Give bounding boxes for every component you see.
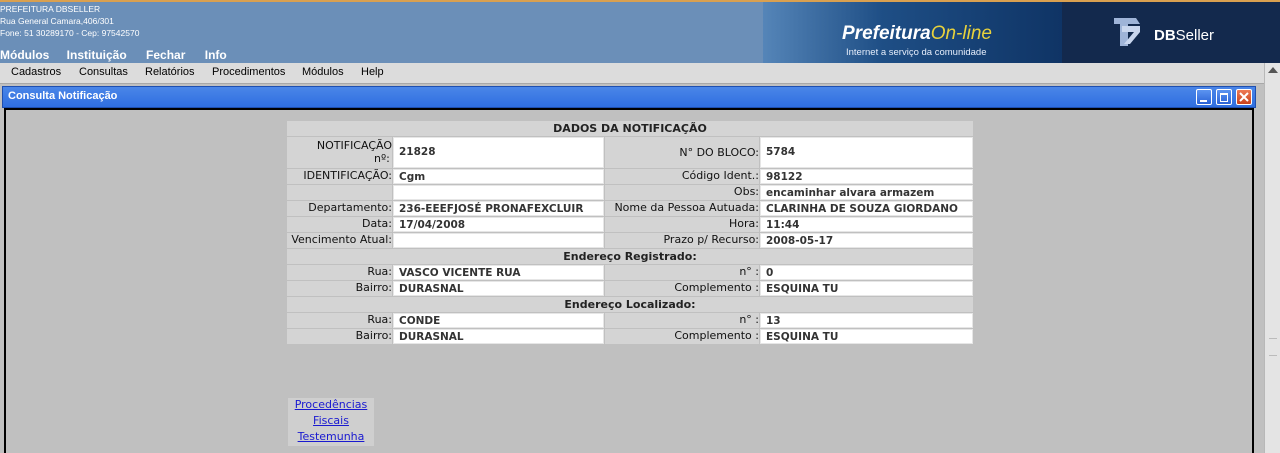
prefeitura-logo-main: Prefeitura bbox=[842, 23, 931, 44]
identificacao-field[interactable]: Cgm bbox=[393, 169, 604, 184]
loc-bairro-field[interactable]: DURASNAL bbox=[393, 329, 604, 344]
reg-complemento-field[interactable]: ESQUINA TU bbox=[760, 281, 973, 296]
link-procedencias[interactable]: Procedências bbox=[288, 398, 374, 414]
loc-bairro-label: Bairro: bbox=[287, 329, 392, 344]
maximize-icon bbox=[1220, 93, 1228, 102]
hora-field[interactable]: 11:44 bbox=[760, 217, 973, 232]
prefeitura-logo: PrefeituraOn-line bbox=[842, 23, 992, 45]
loc-numero-label: n° : bbox=[605, 313, 759, 328]
org-name: PREFEITURA DBSELLER bbox=[0, 4, 101, 14]
obs-label: Obs: bbox=[605, 185, 759, 200]
dbseller-brand-light: Seller bbox=[1175, 27, 1215, 44]
pessoa-autuada-label: Nome da Pessoa Autuada: bbox=[605, 201, 759, 216]
window-title: Consulta Notificação bbox=[8, 90, 118, 102]
loc-complemento-field[interactable]: ESQUINA TU bbox=[760, 329, 973, 344]
reg-numero-field[interactable]: 0 bbox=[760, 265, 973, 280]
window-titlebar[interactable]: Consulta Notificação bbox=[2, 86, 1256, 108]
codigo-ident-field[interactable]: 98122 bbox=[760, 169, 973, 184]
loc-rua-label: Rua: bbox=[287, 313, 392, 328]
reg-complemento-label: Complemento : bbox=[605, 281, 759, 296]
dbseller-logo-icon bbox=[1114, 18, 1140, 46]
main-menu-modulos[interactable]: Módulos bbox=[0, 48, 49, 62]
top-banner: PREFEITURA DBSELLER Rua General Camara,4… bbox=[0, 0, 1280, 63]
reg-bairro-field[interactable]: DURASNAL bbox=[393, 281, 604, 296]
maximize-button[interactable] bbox=[1216, 89, 1232, 105]
data-field[interactable]: 17/04/2008 bbox=[393, 217, 604, 232]
prazo-recurso-field[interactable]: 2008-05-17 bbox=[760, 233, 973, 248]
section-title-dados: DADOS DA NOTIFICAÇÃO bbox=[287, 121, 973, 136]
org-info: PREFEITURA DBSELLER Rua General Camara,4… bbox=[0, 3, 139, 39]
menu-relatorios[interactable]: Relatórios bbox=[145, 66, 195, 78]
minimize-button[interactable] bbox=[1196, 89, 1212, 105]
org-address: Rua General Camara,406/301 bbox=[0, 16, 114, 26]
departamento-field[interactable]: 236-EEEFJOSÉ PRONAFEXCLUIR bbox=[393, 201, 604, 216]
loc-complemento-label: Complemento : bbox=[605, 329, 759, 344]
minimize-icon bbox=[1200, 100, 1207, 102]
prefeitura-logo-accent: On-line bbox=[930, 23, 992, 44]
reg-rua-field[interactable]: VASCO VICENTE RUA bbox=[393, 265, 604, 280]
blank-label-cell bbox=[287, 185, 392, 200]
codigo-ident-label: Código Ident.: bbox=[605, 169, 759, 184]
departamento-label: Departamento: bbox=[287, 201, 392, 216]
reg-bairro-label: Bairro: bbox=[287, 281, 392, 296]
main-menu-instituicao[interactable]: Instituição bbox=[67, 48, 127, 62]
loc-numero-field[interactable]: 13 bbox=[760, 313, 973, 328]
menu-procedimentos[interactable]: Procedimentos bbox=[212, 66, 285, 78]
notificacao-label: NOTIFICAÇÃO nº: bbox=[287, 137, 392, 168]
prazo-recurso-label: Prazo p/ Recurso: bbox=[605, 233, 759, 248]
bloco-field[interactable]: 5784 bbox=[760, 137, 973, 168]
close-button[interactable] bbox=[1236, 89, 1252, 105]
prefeitura-logo-subtitle: Internet a serviço da comunidade bbox=[846, 47, 987, 58]
vertical-scrollbar[interactable] bbox=[1264, 63, 1280, 453]
link-testemunha[interactable]: Testemunha bbox=[288, 430, 374, 446]
dbseller-brand: DBSeller bbox=[1154, 27, 1214, 44]
scroll-grip-icon[interactable] bbox=[1269, 338, 1277, 356]
notificacao-label-line1: NOTIFICAÇÃO bbox=[316, 139, 392, 152]
main-menu-fechar[interactable]: Fechar bbox=[146, 48, 185, 62]
section-title-end-localizado: Endereço Localizado: bbox=[287, 297, 973, 312]
pessoa-autuada-field[interactable]: CLARINHA DE SOUZA GIORDANO bbox=[760, 201, 973, 216]
notificacao-label-line2: nº: bbox=[374, 152, 390, 165]
notificacao-field[interactable]: 21828 bbox=[393, 137, 604, 168]
main-menu: Módulos Instituição Fechar Info bbox=[0, 48, 243, 62]
menu-bar: Cadastros Consultas Relatórios Procedime… bbox=[0, 63, 1264, 84]
data-label: Data: bbox=[287, 217, 392, 232]
identificacao-label: IDENTIFICAÇÃO: bbox=[287, 169, 392, 184]
reg-numero-label: n° : bbox=[605, 265, 759, 280]
section-title-end-registrado: Endereço Registrado: bbox=[287, 249, 973, 264]
menu-modulos[interactable]: Módulos bbox=[302, 66, 344, 78]
scroll-up-arrow-icon[interactable] bbox=[1268, 67, 1278, 73]
loc-rua-field[interactable]: CONDE bbox=[393, 313, 604, 328]
menu-cadastros[interactable]: Cadastros bbox=[11, 66, 61, 78]
hora-label: Hora: bbox=[605, 217, 759, 232]
identificacao-extra-field[interactable] bbox=[393, 185, 604, 200]
org-contact: Fone: 51 30289170 - Cep: 97542570 bbox=[0, 28, 140, 38]
close-icon bbox=[1239, 92, 1249, 102]
vencimento-label: Vencimento Atual: bbox=[287, 233, 392, 248]
menu-help[interactable]: Help bbox=[361, 66, 384, 78]
obs-field[interactable]: encaminhar alvara armazem bbox=[760, 185, 973, 200]
dbseller-brand-bold: DB bbox=[1154, 27, 1176, 44]
action-links: Procedências Fiscais Testemunha bbox=[288, 398, 374, 446]
menu-consultas[interactable]: Consultas bbox=[79, 66, 128, 78]
main-menu-info[interactable]: Info bbox=[205, 48, 227, 62]
vencimento-field[interactable] bbox=[393, 233, 604, 248]
bloco-label: N° DO BLOCO: bbox=[605, 137, 759, 168]
reg-rua-label: Rua: bbox=[287, 265, 392, 280]
link-fiscais[interactable]: Fiscais bbox=[288, 414, 374, 430]
